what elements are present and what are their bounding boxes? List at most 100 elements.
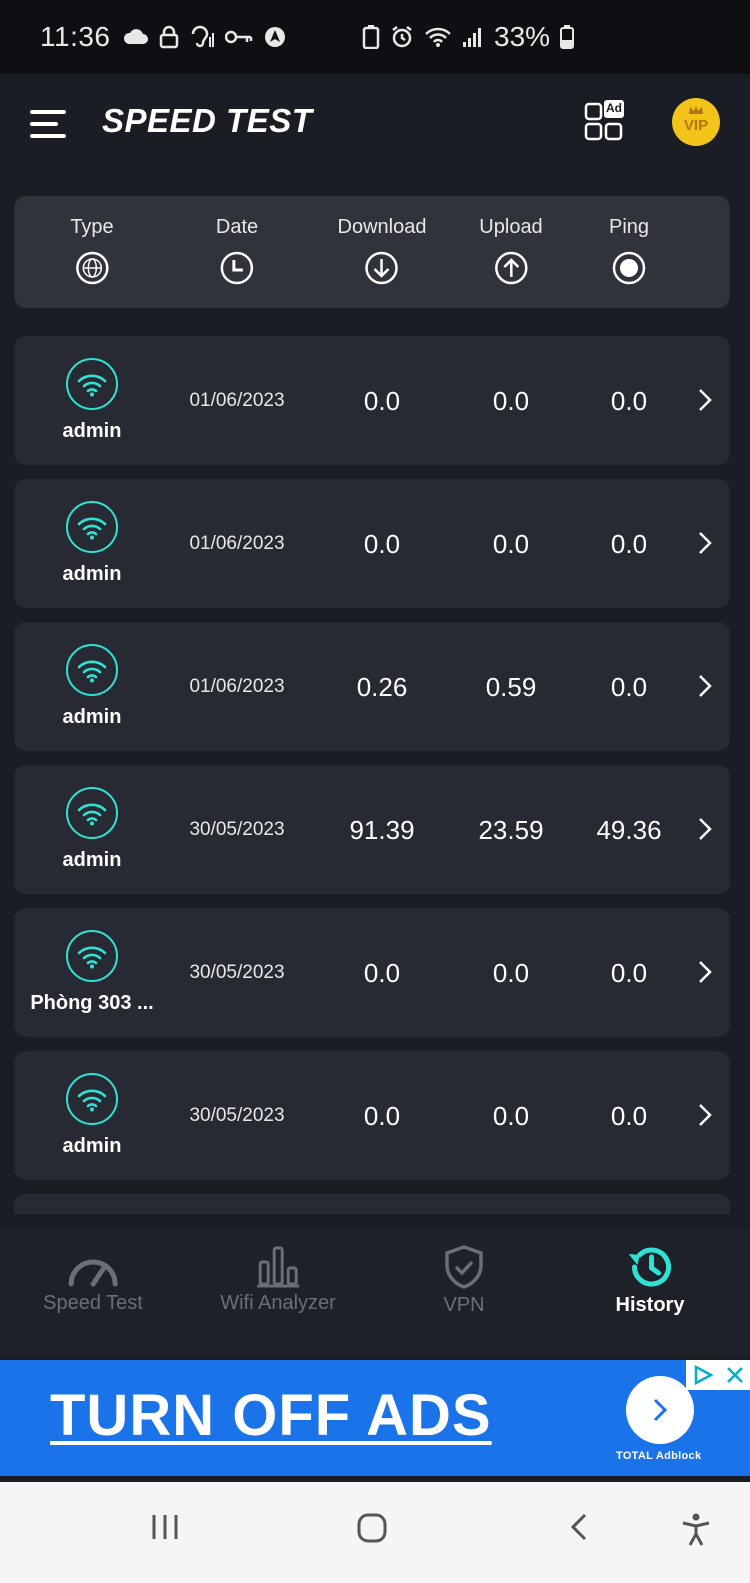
download-value: 0.0	[363, 1101, 401, 1131]
network-name: admin	[62, 849, 122, 871]
wifi-icon	[66, 501, 118, 553]
alarm-icon	[392, 26, 412, 48]
globe-icon	[75, 251, 109, 285]
ping-value: 49.36	[596, 815, 662, 845]
battery-percent: 33%	[494, 21, 551, 52]
ad-headline: TURN OFF ADS	[50, 1383, 492, 1448]
history-row[interactable]: admin 01/06/2023 0.0 0.0 0.0	[14, 479, 730, 608]
column-type: Type	[70, 216, 114, 285]
battery-icon	[560, 25, 575, 49]
test-date: 01/06/2023	[189, 390, 285, 411]
wifi-icon	[66, 787, 118, 839]
history-row[interactable]: admin 30/05/2023 91.39 23.59 49.36	[14, 765, 730, 894]
ad-arrow-button[interactable]	[626, 1376, 694, 1444]
page-title: SPEED TEST	[102, 102, 313, 139]
test-date: 30/05/2023	[189, 1105, 285, 1126]
upload-value: 0.59	[485, 672, 537, 702]
recent-apps-icon[interactable]	[150, 1512, 180, 1542]
shield-check-icon	[445, 1245, 483, 1289]
chevron-right-icon	[699, 675, 712, 697]
test-date: 30/05/2023	[189, 962, 285, 983]
vip-label: VIP	[683, 116, 709, 134]
network-name: admin	[62, 706, 122, 728]
test-date: 01/06/2023	[189, 533, 285, 554]
bar-chart-icon	[257, 1246, 299, 1288]
ad-choices[interactable]	[686, 1360, 750, 1390]
navigation-icon	[264, 27, 285, 47]
history-row[interactable]: admin 01/06/2023 0.0 0.0 0.0	[14, 336, 730, 465]
network-name: admin	[62, 563, 122, 585]
nav-speed-test-label: Speed Test	[43, 1292, 143, 1314]
ping-value: 0.0	[610, 958, 648, 988]
lock-icon	[159, 25, 178, 49]
vip-badge[interactable]: VIP	[672, 98, 720, 146]
download-arrow-icon	[365, 251, 399, 285]
ping-value: 0.0	[610, 386, 648, 416]
ad-badge-label: Ad	[606, 101, 622, 115]
system-nav-bar	[0, 1482, 750, 1583]
column-upload: Upload	[479, 216, 543, 285]
crown-icon	[689, 106, 703, 114]
nav-speed-test[interactable]: Speed Test	[43, 1244, 143, 1315]
close-icon[interactable]	[726, 1366, 744, 1384]
history-row[interactable]: Phòng 303 ... 30/05/2023 0.0 0.0 0.0	[14, 908, 730, 1037]
nav-vpn[interactable]: VPN	[442, 1244, 486, 1317]
upload-value: 0.0	[492, 529, 530, 559]
download-value: 0.0	[363, 529, 401, 559]
column-download: Download	[337, 216, 427, 285]
ping-dot-icon	[612, 251, 646, 285]
download-value: 0.0	[363, 958, 401, 988]
chevron-right-icon	[699, 532, 712, 554]
nav-history[interactable]: History	[615, 1244, 685, 1317]
menu-icon[interactable]	[30, 110, 66, 138]
ad-banner[interactable]: TURN OFF ADS TOTAL Adblock	[0, 1360, 750, 1476]
test-date: 30/05/2023	[189, 819, 285, 840]
history-row[interactable]: admin 30/05/2023 0.0 0.0 0.0	[14, 1051, 730, 1180]
nav-history-label: History	[615, 1294, 685, 1316]
ad-apps-grid-icon[interactable]: Ad	[584, 100, 626, 142]
history-list: admin 01/06/2023 0.0 0.0 0.0 admin 01/06…	[14, 336, 730, 1214]
history-row[interactable]: admin 01/06/2023 0.26 0.59 0.0	[14, 622, 730, 751]
bottom-nav: Speed Test Wifi Analyzer VPN History	[0, 1228, 750, 1358]
wifi-icon	[66, 358, 118, 410]
upload-value: 0.0	[492, 958, 530, 988]
upload-value: 0.0	[492, 386, 530, 416]
wifi-icon	[66, 644, 118, 696]
history-column-header: Type Date Download Upload Ping	[14, 196, 730, 308]
ping-value: 0.0	[610, 672, 648, 702]
column-date: Date	[216, 216, 258, 285]
upload-arrow-icon	[494, 251, 528, 285]
speedometer-icon	[68, 1259, 118, 1287]
cloud-icon	[123, 29, 148, 44]
column-type-label: Type	[70, 216, 114, 238]
ad-brand: TOTAL Adblock	[616, 1450, 702, 1462]
network-name: Phòng 303 ...	[30, 992, 154, 1014]
download-value: 0.0	[363, 386, 401, 416]
chevron-right-icon	[699, 389, 712, 411]
history-row-partial[interactable]	[14, 1194, 730, 1214]
app-header: SPEED TEST Ad VIP	[0, 74, 750, 174]
nav-wifi-analyzer[interactable]: Wifi Analyzer	[220, 1244, 336, 1315]
signal-icon	[463, 28, 481, 47]
battery-saver-icon	[362, 25, 380, 49]
nav-wifi-analyzer-label: Wifi Analyzer	[220, 1292, 336, 1314]
key-icon	[224, 30, 252, 44]
status-bar: 11:36 33%	[0, 0, 750, 74]
accessibility-icon[interactable]	[680, 1512, 712, 1546]
chevron-right-icon	[653, 1398, 668, 1422]
column-download-label: Download	[337, 216, 427, 238]
ad-choices-icon	[694, 1364, 714, 1386]
wifi-icon	[66, 1073, 118, 1125]
clock-icon	[220, 251, 254, 285]
chevron-right-icon	[699, 961, 712, 983]
status-notification-icons	[123, 25, 287, 49]
upload-value: 0.0	[492, 1101, 530, 1131]
status-time: 11:36	[40, 21, 111, 52]
network-name: admin	[62, 420, 122, 442]
wifi-icon	[66, 930, 118, 982]
back-icon[interactable]	[568, 1512, 590, 1542]
wifi-status-icon	[425, 27, 451, 47]
chevron-right-icon	[699, 1104, 712, 1126]
home-icon[interactable]	[356, 1512, 388, 1544]
history-icon	[629, 1247, 672, 1287]
